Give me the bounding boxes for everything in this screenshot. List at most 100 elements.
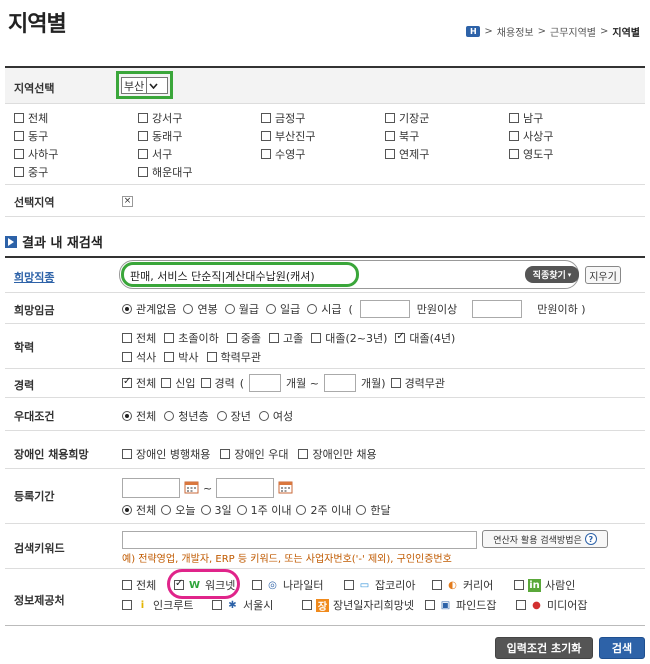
education-option[interactable]: 석사 bbox=[122, 349, 156, 365]
checkbox[interactable] bbox=[206, 352, 217, 362]
checkbox[interactable] bbox=[395, 331, 406, 343]
radio-button[interactable] bbox=[161, 505, 172, 515]
operator-help-button[interactable]: 연산자 활용 검색방법은 ? bbox=[482, 530, 608, 548]
start-date-input[interactable] bbox=[122, 478, 180, 498]
checkbox[interactable] bbox=[122, 580, 132, 590]
checkbox[interactable] bbox=[122, 333, 132, 343]
checkbox[interactable] bbox=[514, 580, 524, 590]
checkbox[interactable] bbox=[138, 149, 148, 159]
career-min-months-input[interactable] bbox=[249, 374, 282, 392]
checkbox[interactable] bbox=[161, 378, 172, 388]
checkbox[interactable] bbox=[516, 600, 526, 610]
checkbox[interactable] bbox=[509, 131, 519, 141]
job-label[interactable]: 희망직종 bbox=[14, 269, 54, 285]
radio-button[interactable] bbox=[183, 304, 194, 314]
career-max-months-input[interactable] bbox=[324, 374, 357, 392]
period-option[interactable]: 2주 이내 bbox=[296, 502, 351, 518]
district-option[interactable]: 사상구 bbox=[509, 128, 553, 144]
checkbox[interactable] bbox=[302, 600, 312, 610]
education-option[interactable]: 전체 bbox=[122, 330, 156, 346]
district-option[interactable]: 영도구 bbox=[509, 146, 553, 162]
checkbox[interactable] bbox=[14, 131, 24, 141]
checkbox[interactable] bbox=[425, 600, 435, 610]
radio-button[interactable] bbox=[296, 505, 307, 515]
source-option[interactable]: ✱ 서울시 bbox=[212, 597, 273, 613]
checkbox[interactable] bbox=[385, 149, 395, 159]
education-option[interactable]: 대졸(4년) bbox=[395, 330, 455, 346]
checkbox[interactable] bbox=[200, 378, 211, 388]
benefit-option[interactable]: 장년 bbox=[216, 408, 251, 424]
benefit-option[interactable]: 여성 bbox=[258, 408, 293, 424]
radio-button[interactable] bbox=[122, 505, 132, 515]
radio-button[interactable] bbox=[122, 304, 132, 314]
career-unrelated[interactable]: 경력무관 bbox=[390, 375, 445, 391]
radio-button[interactable] bbox=[216, 411, 227, 421]
checkbox[interactable] bbox=[226, 333, 237, 343]
period-option[interactable]: 한달 bbox=[356, 502, 391, 518]
period-option[interactable]: 오늘 bbox=[161, 502, 196, 518]
district-option[interactable]: 금정구 bbox=[261, 110, 305, 126]
wage-option[interactable]: 시급 bbox=[307, 301, 341, 317]
region-dropdown[interactable]: 부산 bbox=[121, 77, 168, 94]
checkbox[interactable] bbox=[385, 131, 395, 141]
checkbox[interactable] bbox=[261, 149, 271, 159]
end-date-input[interactable] bbox=[216, 478, 275, 498]
wage-max-input[interactable] bbox=[472, 300, 523, 318]
source-option[interactable]: ◐ 커리어 bbox=[432, 577, 493, 593]
source-option[interactable]: ▭ 잡코리아 bbox=[344, 577, 415, 593]
district-option[interactable]: 서구 bbox=[138, 146, 172, 162]
education-option[interactable]: 초졸이하 bbox=[164, 330, 219, 346]
district-option[interactable]: 전체 bbox=[14, 110, 48, 126]
benefit-option[interactable]: 청년층 bbox=[164, 408, 209, 424]
source-option[interactable]: in 사람인 bbox=[514, 577, 575, 593]
radio-button[interactable] bbox=[200, 505, 211, 515]
education-option[interactable]: 고졸 bbox=[268, 330, 303, 346]
radio-button[interactable] bbox=[356, 505, 367, 515]
source-option[interactable]: i 인크루트 bbox=[122, 597, 193, 613]
checkbox[interactable] bbox=[268, 333, 279, 343]
district-option[interactable]: 수영구 bbox=[261, 146, 305, 162]
checkbox[interactable] bbox=[14, 113, 24, 123]
reset-conditions-button[interactable]: 입력조건 초기화 bbox=[495, 637, 593, 659]
district-option[interactable]: 남구 bbox=[509, 110, 543, 126]
district-option[interactable]: 부산진구 bbox=[261, 128, 315, 144]
district-option[interactable]: 동래구 bbox=[138, 128, 182, 144]
source-option[interactable]: 전체 bbox=[122, 577, 156, 593]
district-option[interactable]: 사하구 bbox=[14, 146, 58, 162]
wage-option[interactable]: 연봉 bbox=[183, 301, 218, 317]
source-option[interactable]: ▣ 파인드잡 bbox=[425, 597, 496, 613]
remove-region-icon[interactable]: × bbox=[122, 196, 133, 207]
checkbox[interactable] bbox=[261, 131, 271, 141]
period-option[interactable]: 1주 이내 bbox=[236, 502, 291, 518]
radio-button[interactable] bbox=[236, 505, 247, 515]
checkbox[interactable] bbox=[220, 449, 231, 459]
checkbox[interactable] bbox=[432, 580, 442, 590]
education-option[interactable]: 중졸 bbox=[226, 330, 261, 346]
breadcrumb-item[interactable]: 채용정보 bbox=[497, 24, 534, 39]
wage-min-input[interactable] bbox=[359, 300, 410, 318]
checkbox[interactable] bbox=[14, 167, 24, 177]
search-button[interactable]: 검색 bbox=[599, 637, 645, 659]
checkbox[interactable] bbox=[252, 580, 262, 590]
district-option[interactable]: 연제구 bbox=[385, 146, 429, 162]
district-option[interactable]: 기장군 bbox=[385, 110, 429, 126]
disabled-option[interactable]: 장애인 우대 bbox=[220, 446, 288, 462]
checkbox[interactable] bbox=[122, 600, 132, 610]
period-option[interactable]: 전체 bbox=[122, 502, 156, 518]
checkbox[interactable] bbox=[138, 167, 148, 177]
source-option[interactable]: 장 장년일자리희망넷 bbox=[302, 597, 414, 613]
district-option[interactable]: 중구 bbox=[14, 164, 48, 180]
district-option[interactable]: 동구 bbox=[14, 128, 48, 144]
disabled-option[interactable]: 장애인만 채용 bbox=[298, 446, 377, 462]
radio-button[interactable] bbox=[265, 304, 276, 314]
wage-option[interactable]: 월급 bbox=[224, 301, 259, 317]
home-icon[interactable]: H bbox=[466, 26, 481, 37]
checkbox[interactable] bbox=[164, 333, 175, 343]
breadcrumb-item[interactable]: 근무지역별 bbox=[550, 24, 596, 39]
education-option[interactable]: 박사 bbox=[164, 349, 199, 365]
source-option[interactable]: ● 미디어잡 bbox=[516, 597, 587, 613]
period-option[interactable]: 3일 bbox=[200, 502, 232, 518]
radio-button[interactable] bbox=[258, 411, 269, 421]
keyword-input[interactable] bbox=[122, 531, 477, 549]
disabled-option[interactable]: 장애인 병행채용 bbox=[122, 446, 210, 462]
